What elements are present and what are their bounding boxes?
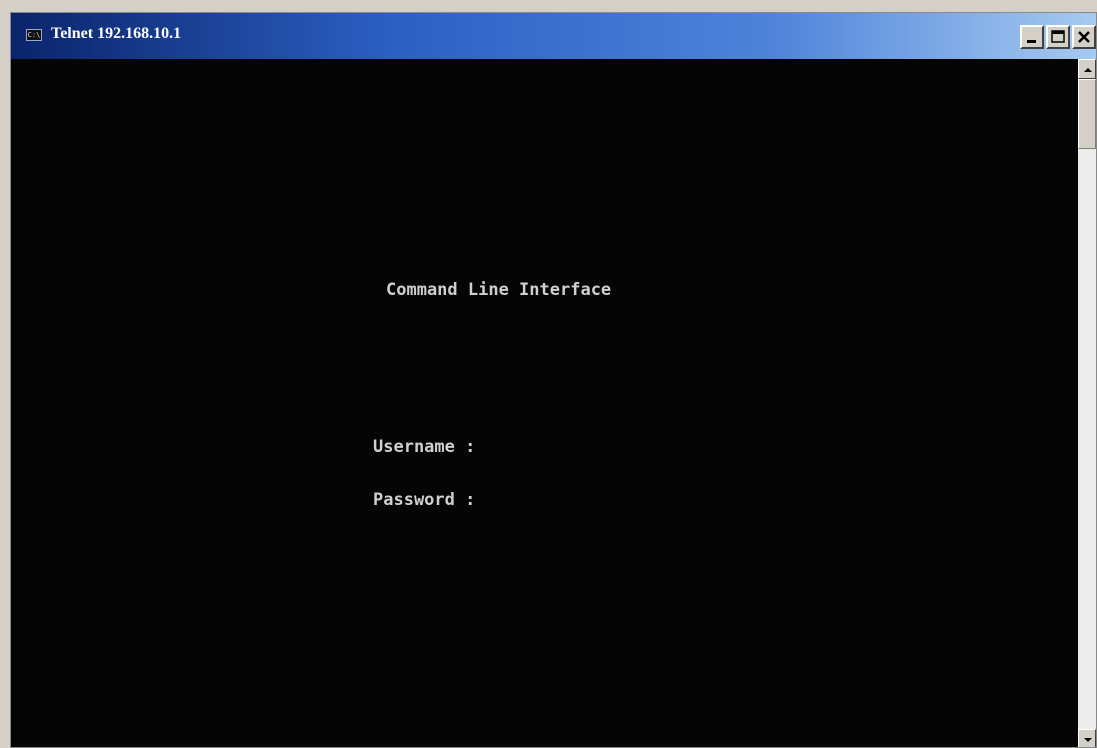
scroll-thumb[interactable] — [1078, 79, 1096, 149]
close-button[interactable] — [1072, 25, 1096, 49]
vertical-scrollbar[interactable] — [1078, 59, 1096, 747]
minimize-button[interactable] — [1020, 25, 1044, 49]
telnet-window: C:\ Telnet 192.168.10.1 Command Line Int… — [10, 12, 1097, 748]
close-icon — [1078, 31, 1090, 43]
maximize-icon — [1051, 30, 1065, 43]
maximize-button[interactable] — [1046, 25, 1070, 49]
username-prompt: Username : — [373, 437, 476, 457]
terminal-screen[interactable]: Command Line Interface Username : Passwo… — [11, 59, 1078, 747]
window-title: Telnet 192.168.10.1 — [51, 25, 182, 42]
scroll-up-button[interactable] — [1078, 59, 1096, 79]
scroll-down-button[interactable] — [1078, 729, 1096, 747]
title-bar[interactable]: C:\ Telnet 192.168.10.1 — [11, 13, 1096, 59]
title-bar-buttons — [1020, 25, 1096, 49]
terminal-heading: Command Line Interface — [386, 280, 612, 300]
password-prompt: Password : — [373, 490, 476, 510]
scroll-down-arrow-icon — [1084, 738, 1092, 742]
minimize-icon — [1027, 40, 1036, 43]
scroll-up-arrow-icon — [1084, 68, 1092, 72]
console-icon[interactable]: C:\ — [26, 29, 42, 41]
